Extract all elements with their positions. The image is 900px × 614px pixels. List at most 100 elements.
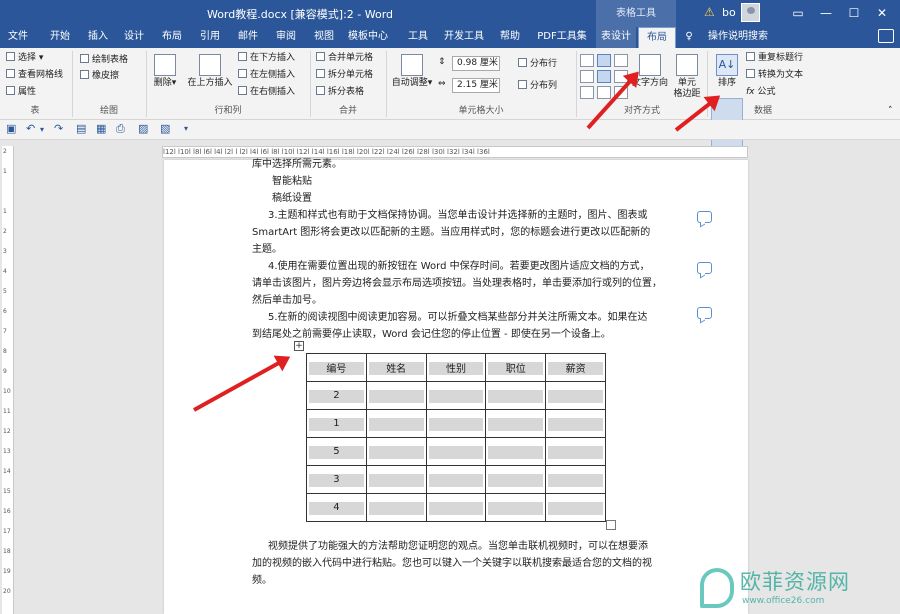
doc-line[interactable]: 4.使用在需要位置出现的新按钮在 Word 中保存时间。若要更改图片适应文档的方…	[268, 258, 650, 275]
select-button[interactable]: 选择 ▾	[6, 52, 43, 65]
table-resize-handle[interactable]	[606, 520, 616, 530]
customize-qat-icon[interactable]: ▾	[184, 124, 188, 133]
doc-line[interactable]: 3.主题和样式也有助于文档保持协调。当您单击设计并选择新的主题时，图片、图表或	[268, 207, 648, 224]
eraser-button[interactable]: 橡皮擦	[80, 70, 119, 83]
ribbon-display-icon[interactable]: ▭	[787, 3, 809, 23]
table-header-cell[interactable]: 薪资	[545, 353, 606, 382]
insert-right-button[interactable]: 在右侧插入	[238, 86, 295, 99]
insert-left-button[interactable]: 在左侧插入	[238, 69, 295, 82]
draw-table-button[interactable]: 绘制表格	[80, 54, 128, 67]
distribute-rows-button[interactable]: 分布行	[518, 58, 557, 71]
touch-icon[interactable]: ▧	[160, 122, 170, 135]
tab-references[interactable]: 引用	[194, 27, 226, 48]
tab-insert[interactable]: 插入	[82, 27, 114, 48]
warning-icon[interactable]: ⚠	[704, 5, 718, 19]
convert-text-icon	[746, 69, 755, 78]
doc-line[interactable]: 5.在新的阅读视图中阅读更加容易。可以折叠文档某些部分并关注所需文本。如果在达	[268, 309, 648, 326]
data-table[interactable]: 编号 姓名 性别 职位 薪资 2 1 5 3 4	[306, 353, 606, 522]
tab-review[interactable]: 审阅	[270, 27, 302, 48]
insert-left-icon	[238, 69, 247, 78]
table-header-cell[interactable]: 性别	[425, 353, 487, 382]
distribute-cols-button[interactable]: 分布列	[518, 80, 557, 93]
doc-line[interactable]: 库中选择所需元素。	[252, 156, 342, 173]
tell-me-search[interactable]: 操作说明搜索	[700, 27, 776, 48]
screenshot-icon[interactable]: ▨	[138, 122, 148, 135]
comment-icon[interactable]	[697, 262, 712, 274]
comment-icon[interactable]	[697, 211, 712, 223]
formula-button[interactable]: fx 公式	[746, 86, 776, 99]
doc-line[interactable]: 请单击该图片，图片旁边将会显示布局选项按钮。当处理表格时，单击要添加行或列的位置…	[252, 275, 662, 292]
sort-label-wrap[interactable]: A↓ 排序	[711, 54, 743, 89]
column-width-input[interactable]: 2.15 厘米	[452, 78, 500, 93]
vertical-ruler[interactable]: 2 1 1 2 3 4 5 6 7 8 9 10 11 12 13 14 15 …	[2, 146, 14, 614]
doc-line[interactable]: 智能粘贴	[272, 173, 312, 190]
doc-line[interactable]: 稿纸设置	[272, 190, 312, 207]
undo-dropdown-icon[interactable]: ▾	[40, 125, 44, 134]
tab-mailings[interactable]: 邮件	[232, 27, 264, 48]
tab-layout[interactable]: 布局	[156, 27, 188, 48]
convert-to-text-button[interactable]: 转换为文本	[746, 69, 803, 82]
table-header-cell[interactable]: 编号	[306, 353, 367, 382]
new-doc-icon[interactable]: ▦	[96, 122, 106, 135]
tab-tools[interactable]: 工具	[402, 27, 434, 48]
horizontal-ruler[interactable]: l12l l10l l8l l6l l4l l2l l l2l l4l l6l …	[162, 146, 748, 158]
tab-developer[interactable]: 开发工具	[440, 27, 488, 48]
collapse-ribbon-icon[interactable]: ˄	[888, 105, 893, 118]
tab-file[interactable]: 文件	[4, 27, 32, 48]
align-center-icon[interactable]	[597, 70, 611, 83]
comment-icon[interactable]	[878, 29, 894, 43]
tab-template-center[interactable]: 模板中心	[342, 27, 394, 48]
lightbulb-icon[interactable]: ♀	[682, 27, 696, 48]
doc-line[interactable]: 主题。	[252, 241, 282, 258]
insert-below-button[interactable]: 在下方插入	[238, 52, 295, 65]
close-button[interactable]: ✕	[871, 3, 893, 23]
tab-design[interactable]: 设计	[118, 27, 150, 48]
align-top-left-icon[interactable]	[580, 54, 594, 67]
split-table-button[interactable]: 拆分表格	[316, 86, 364, 99]
view-gridlines-button[interactable]: 查看网格线	[6, 69, 63, 82]
align-bottom-center-icon[interactable]	[597, 86, 611, 99]
row-height-input[interactable]: 0.98 厘米	[452, 56, 500, 71]
align-top-right-icon[interactable]	[614, 54, 628, 67]
comment-icon[interactable]	[697, 307, 712, 319]
user-name[interactable]: bo	[722, 6, 736, 19]
doc-line[interactable]: 视频提供了功能强大的方法帮助您证明您的观点。当您单击联机视频时，可以在想要添	[268, 538, 648, 555]
tab-help[interactable]: 帮助	[494, 27, 526, 48]
table-header-cell[interactable]: 职位	[485, 353, 547, 382]
delete-button[interactable]: 删除▾	[150, 54, 180, 89]
group-label-table: 表	[30, 106, 40, 116]
tab-table-layout[interactable]: 布局	[638, 27, 676, 48]
autofit-button[interactable]: 自动调整▾	[390, 54, 434, 89]
align-bottom-left-icon[interactable]	[580, 86, 594, 99]
doc-line[interactable]: 频。	[252, 572, 272, 589]
split-cells-button[interactable]: 拆分单元格	[316, 69, 373, 82]
align-top-center-icon[interactable]	[597, 54, 611, 67]
doc-line[interactable]: 到结尾处之前需要停止读取，Word 会记住您的停止位置 - 即使在另一个设备上。	[252, 326, 611, 343]
gridlines-icon	[6, 69, 15, 78]
doc-line[interactable]: SmartArt 图形将会更改以匹配新的主题。当应用样式时，您的标题会进行更改以…	[252, 224, 650, 241]
tab-pdf-tools[interactable]: PDF工具集	[532, 27, 592, 48]
table-move-handle[interactable]: +	[294, 341, 304, 351]
maximize-button[interactable]: ☐	[843, 3, 865, 23]
tab-home[interactable]: 开始	[44, 27, 76, 48]
merge-cells-button[interactable]: 合并单元格	[316, 52, 373, 65]
tab-table-design[interactable]: 表设计	[596, 27, 636, 48]
repeat-header-button[interactable]: 重复标题行	[746, 52, 803, 65]
save-icon[interactable]: ▣	[6, 122, 16, 135]
avatar[interactable]	[741, 3, 760, 22]
doc-line[interactable]: 加的视频的嵌入代码中进行粘贴。您也可以键入一个关键字以联机搜索最适合您的文档的视	[252, 555, 652, 572]
doc-line[interactable]: 然后单击加号。	[252, 292, 322, 309]
distribute-cols-icon	[518, 80, 527, 89]
tab-view[interactable]: 视图	[308, 27, 340, 48]
properties-button[interactable]: 属性	[6, 86, 36, 99]
doc-icon[interactable]: ▤	[76, 122, 86, 135]
redo-icon[interactable]: ↷	[54, 122, 63, 135]
minimize-button[interactable]: —	[815, 3, 837, 23]
table-header-cell[interactable]: 姓名	[365, 353, 427, 382]
undo-icon[interactable]: ↶	[26, 122, 35, 135]
align-center-left-icon[interactable]	[580, 70, 594, 83]
repeat-header-icon	[746, 52, 755, 61]
cell-margins-button[interactable]: 单元 格边距	[670, 54, 704, 100]
print-icon[interactable]: ⎙	[116, 122, 125, 136]
insert-above-button[interactable]: 在上方插入	[186, 54, 234, 89]
